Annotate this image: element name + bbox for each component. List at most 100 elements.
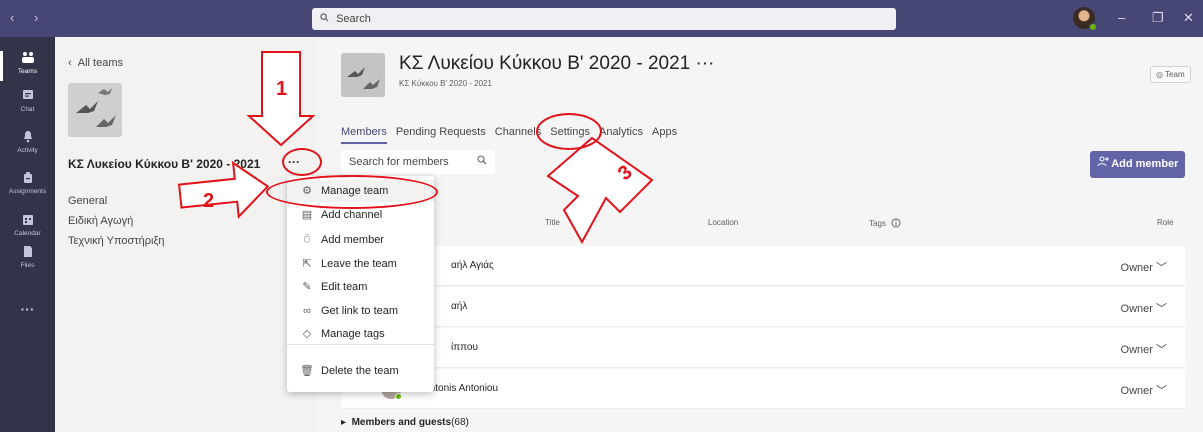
member-row[interactable]: Antonis Antoniou Owner ﹀ bbox=[341, 369, 1185, 409]
chat-icon bbox=[0, 89, 55, 105]
manage-tabs: Members Pending Requests Channels Settin… bbox=[341, 126, 686, 144]
presence-icon bbox=[395, 393, 402, 400]
add-channel-icon: ▤ bbox=[301, 209, 313, 221]
chevron-left-icon: ‹ bbox=[68, 57, 78, 69]
member-row[interactable]: ίππου Owner ﹀ bbox=[341, 328, 1185, 368]
appbar-label: Files bbox=[20, 262, 35, 269]
channel-general[interactable]: General bbox=[68, 195, 107, 207]
all-teams-label: All teams bbox=[77, 57, 124, 69]
members-search-placeholder: Search for members bbox=[349, 156, 449, 168]
member-row[interactable]: αήλ Αγιάς Owner ﹀ bbox=[341, 246, 1185, 286]
caret-right-icon: ▸ bbox=[341, 417, 352, 428]
members-search-input[interactable]: Search for members bbox=[341, 150, 495, 174]
teams-icon bbox=[0, 51, 55, 67]
team-subtitle: ΚΣ Κύκκου Β' 2020 - 2021 bbox=[399, 79, 492, 88]
files-icon bbox=[0, 245, 55, 261]
global-search-input[interactable]: Search bbox=[312, 8, 896, 30]
menu-get-link[interactable]: ∞ Get link to team bbox=[287, 300, 434, 322]
user-avatar[interactable] bbox=[1073, 7, 1097, 31]
add-member-label: Add member bbox=[1111, 158, 1179, 170]
chevron-down-icon: ﹀ bbox=[1156, 344, 1167, 356]
pencil-icon: ✎ bbox=[302, 281, 312, 293]
team-name: ΚΣ Λυκείου Κύκκου Β' 2020 - 2021 bbox=[68, 157, 261, 171]
menu-edit-team[interactable]: ✎ Edit team bbox=[287, 276, 434, 298]
presence-icon bbox=[1089, 23, 1097, 31]
appbar-label: Assignments bbox=[8, 188, 47, 195]
appbar-label: Teams bbox=[17, 68, 38, 75]
menu-leave-team[interactable]: ⇱ Leave the team bbox=[287, 253, 434, 275]
menu-divider bbox=[287, 344, 434, 345]
add-member-icon: ⍥ bbox=[303, 234, 311, 246]
channel-tech-support[interactable]: Τεχνική Υποστήριξη bbox=[68, 235, 165, 247]
role-dropdown[interactable]: Owner ﹀ bbox=[1121, 300, 1167, 316]
role-dropdown[interactable]: Owner ﹀ bbox=[1121, 259, 1167, 275]
menu-add-member[interactable]: ⍥ Add member bbox=[287, 229, 434, 251]
team-sidebar: ‹ All teams ΚΣ Λυκείου Κύκκου Β' 2020 - … bbox=[55, 37, 317, 432]
column-location: Location bbox=[708, 218, 739, 227]
manage-team-view: ΚΣ Λυκείου Κύκκου Β' 2020 - 2021 ··· ΚΣ … bbox=[317, 37, 1203, 432]
menu-label: Add channel bbox=[321, 209, 383, 221]
bell-icon bbox=[0, 130, 55, 146]
minimize-icon[interactable]: – bbox=[1118, 10, 1125, 25]
trash-icon: 🗑 bbox=[300, 365, 314, 377]
maximize-icon[interactable]: ❐ bbox=[1152, 10, 1164, 26]
member-name: ίππου bbox=[451, 342, 478, 353]
member-name: αήλ bbox=[451, 301, 468, 312]
role-value: Owner bbox=[1120, 385, 1153, 397]
member-name: Antonis Antoniou bbox=[423, 383, 499, 394]
tab-analytics[interactable]: Analytics bbox=[599, 126, 643, 144]
tab-channels[interactable]: Channels bbox=[495, 126, 541, 144]
appbar-teams[interactable]: Teams bbox=[0, 51, 55, 81]
more-icon: ··· bbox=[20, 301, 35, 317]
role-value: Owner bbox=[1120, 303, 1153, 315]
highlight-more-options bbox=[282, 148, 322, 176]
tab-apps[interactable]: Apps bbox=[652, 126, 677, 144]
menu-manage-tags[interactable]: ◇ Manage tags bbox=[287, 323, 434, 345]
tab-pending-requests[interactable]: Pending Requests bbox=[396, 126, 486, 144]
appbar-label: Chat bbox=[20, 106, 35, 113]
appbar-activity[interactable]: Activity bbox=[0, 130, 55, 154]
global-search-placeholder: Search bbox=[336, 13, 371, 25]
tab-members[interactable]: Members bbox=[341, 126, 387, 144]
guests-label: Members and guests bbox=[351, 417, 452, 428]
forward-arrow-icon[interactable]: › bbox=[34, 10, 46, 25]
assignments-icon bbox=[0, 171, 55, 187]
appbar-files[interactable]: Files bbox=[0, 245, 55, 269]
tag-icon: ◇ bbox=[302, 328, 312, 340]
menu-label: Add member bbox=[321, 234, 384, 246]
members-and-guests-toggle[interactable]: ▸ Members and guests(68) bbox=[341, 417, 469, 428]
highlight-settings-tab bbox=[536, 113, 602, 150]
role-dropdown[interactable]: Owner ﹀ bbox=[1121, 341, 1167, 357]
nav-arrows: ‹ › bbox=[10, 10, 46, 25]
role-dropdown[interactable]: Owner ﹀ bbox=[1121, 382, 1167, 398]
channel-special-education[interactable]: Ειδική Αγωγή bbox=[68, 215, 133, 227]
appbar-assignments[interactable]: Assignments bbox=[0, 171, 55, 195]
close-icon[interactable]: ✕ bbox=[1183, 10, 1194, 26]
chevron-down-icon: ﹀ bbox=[1156, 262, 1167, 274]
appbar-label: Calendar bbox=[14, 230, 41, 237]
team-picture bbox=[68, 83, 122, 137]
all-teams-link[interactable]: ‹ All teams bbox=[68, 57, 123, 69]
appbar-chat[interactable]: Chat bbox=[0, 89, 55, 113]
chevron-down-icon: ﹀ bbox=[1156, 303, 1167, 315]
back-arrow-icon[interactable]: ‹ bbox=[10, 10, 22, 25]
menu-label: Delete the team bbox=[321, 365, 399, 377]
search-icon bbox=[320, 8, 329, 30]
column-role: Role bbox=[1157, 218, 1174, 227]
menu-delete-team[interactable]: 🗑 Delete the team bbox=[287, 360, 434, 382]
member-row[interactable]: αήλ Owner ﹀ bbox=[341, 287, 1185, 327]
appbar-label: Activity bbox=[17, 147, 38, 154]
appbar-more[interactable]: ··· bbox=[0, 301, 55, 317]
add-member-button[interactable]: Add member bbox=[1090, 151, 1185, 178]
guests-count: (68) bbox=[451, 417, 469, 428]
column-title: Title bbox=[545, 218, 560, 227]
search-icon bbox=[477, 150, 487, 174]
team-picture-large bbox=[341, 53, 385, 97]
team-type-badge: ◎ Team bbox=[1150, 66, 1191, 83]
member-name: αήλ Αγιάς bbox=[451, 260, 494, 271]
menu-label: Leave the team bbox=[321, 258, 397, 270]
leave-icon: ⇱ bbox=[302, 258, 312, 270]
appbar-calendar[interactable]: Calendar bbox=[0, 213, 55, 237]
column-tags: Tags bbox=[869, 218, 901, 228]
chevron-down-icon: ﹀ bbox=[1156, 385, 1167, 397]
